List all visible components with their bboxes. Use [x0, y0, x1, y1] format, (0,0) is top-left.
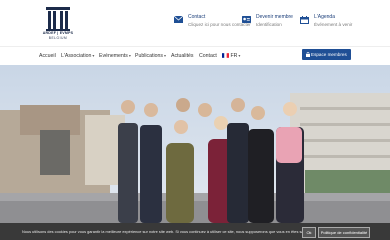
nav-item-publications[interactable]: Publications▾	[135, 53, 166, 59]
nav-item-contact[interactable]: Contact	[199, 53, 217, 59]
group-photo-image	[0, 65, 390, 240]
agenda-subtitle: Événement à venir	[314, 22, 353, 27]
contact-title: Contact	[188, 14, 206, 20]
privacy-policy-button[interactable]: Politique de confidentialité	[318, 227, 370, 238]
lock-icon	[306, 52, 310, 57]
chevron-down-icon: ▾	[238, 53, 241, 58]
cookie-ok-button[interactable]: Ok	[302, 227, 316, 238]
agenda-title: L'Agenda	[314, 14, 335, 20]
chevron-down-icon: ▾	[92, 53, 95, 58]
calendar-icon	[300, 16, 309, 24]
id-card-icon	[242, 16, 251, 23]
membership-subtitle: Identification	[256, 22, 282, 27]
logo-name: ARDEF | EVMPS	[42, 31, 74, 35]
hero-group-photo	[0, 65, 390, 240]
cookie-message: Nous utilisons des cookies pour vous gar…	[22, 229, 314, 234]
chevron-down-icon: ▾	[163, 53, 166, 58]
cookie-banner: Nous utilisons des cookies pour vous gar…	[0, 223, 390, 240]
french-flag-icon	[222, 53, 229, 58]
chevron-down-icon: ▾	[128, 53, 131, 58]
nav-item-accueil[interactable]: Accueil	[39, 53, 56, 59]
membership-title: Devenir membre	[256, 14, 293, 20]
header: ARDEF | EVMPS BELGIUM Contact Cliquez ic…	[0, 0, 390, 46]
nav-item-evenements[interactable]: Evénements▾	[99, 53, 131, 59]
nav-item-language[interactable]: FR▾	[222, 53, 240, 59]
envelope-icon	[174, 16, 183, 23]
logo-subtitle: BELGIUM	[48, 36, 68, 40]
nav-item-association[interactable]: L'Association▾	[61, 53, 94, 59]
nav-item-actualites[interactable]: Actualités	[171, 53, 194, 59]
columns-logo-icon	[46, 7, 70, 31]
member-area-button[interactable]: Espace membres	[302, 49, 351, 60]
